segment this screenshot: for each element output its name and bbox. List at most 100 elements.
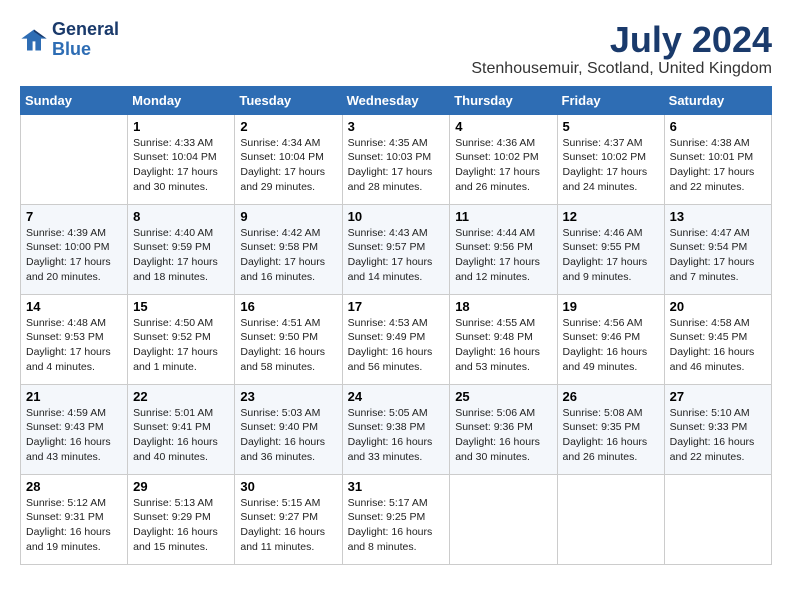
week-row-4: 21 Sunrise: 4:59 AM Sunset: 9:43 PM Dayli… — [21, 384, 772, 474]
table-cell: 28 Sunrise: 5:12 AM Sunset: 9:31 PM Dayli… — [21, 474, 128, 564]
day-number: 6 — [670, 119, 766, 134]
day-number: 24 — [348, 389, 445, 404]
day-info: Sunrise: 5:03 AM Sunset: 9:40 PM Dayligh… — [240, 406, 336, 465]
day-info: Sunrise: 4:51 AM Sunset: 9:50 PM Dayligh… — [240, 316, 336, 375]
day-info: Sunrise: 4:50 AM Sunset: 9:52 PM Dayligh… — [133, 316, 229, 375]
table-cell: 3 Sunrise: 4:35 AM Sunset: 10:03 PM Dayli… — [342, 114, 450, 204]
day-number: 25 — [455, 389, 551, 404]
day-info: Sunrise: 4:42 AM Sunset: 9:58 PM Dayligh… — [240, 226, 336, 285]
day-info: Sunrise: 4:47 AM Sunset: 9:54 PM Dayligh… — [670, 226, 766, 285]
day-info: Sunrise: 5:08 AM Sunset: 9:35 PM Dayligh… — [563, 406, 659, 465]
table-cell — [557, 474, 664, 564]
table-cell: 14 Sunrise: 4:48 AM Sunset: 9:53 PM Dayli… — [21, 294, 128, 384]
table-cell: 1 Sunrise: 4:33 AM Sunset: 10:04 PM Dayli… — [128, 114, 235, 204]
table-cell: 5 Sunrise: 4:37 AM Sunset: 10:02 PM Dayli… — [557, 114, 664, 204]
header-monday: Monday — [128, 86, 235, 114]
day-number: 3 — [348, 119, 445, 134]
table-cell: 19Sunrise: 4:56 AM Sunset: 9:46 PM Dayli… — [557, 294, 664, 384]
day-number: 27 — [670, 389, 766, 404]
day-info: Sunrise: 4:46 AM Sunset: 9:55 PM Dayligh… — [563, 226, 659, 285]
day-info: Sunrise: 4:38 AM Sunset: 10:01 PM Daylig… — [670, 136, 766, 195]
day-number: 18 — [455, 299, 551, 314]
table-cell: 15 Sunrise: 4:50 AM Sunset: 9:52 PM Dayli… — [128, 294, 235, 384]
day-number: 30 — [240, 479, 336, 494]
table-cell: 2 Sunrise: 4:34 AM Sunset: 10:04 PM Dayli… — [235, 114, 342, 204]
day-info: Sunrise: 4:48 AM Sunset: 9:53 PM Dayligh… — [26, 316, 122, 375]
calendar-table: Sunday Monday Tuesday Wednesday Thursday… — [20, 86, 772, 565]
day-number: 31 — [348, 479, 445, 494]
day-number: 4 — [455, 119, 551, 134]
day-info: Sunrise: 5:17 AM Sunset: 9:25 PM Dayligh… — [348, 496, 445, 555]
table-cell — [21, 114, 128, 204]
weekday-header-row: Sunday Monday Tuesday Wednesday Thursday… — [21, 86, 772, 114]
day-number: 26 — [563, 389, 659, 404]
day-info: Sunrise: 4:43 AM Sunset: 9:57 PM Dayligh… — [348, 226, 445, 285]
day-number: 15 — [133, 299, 229, 314]
day-number: 1 — [133, 119, 229, 134]
table-cell: 9 Sunrise: 4:42 AM Sunset: 9:58 PM Daylig… — [235, 204, 342, 294]
day-number: 13 — [670, 209, 766, 224]
day-info: Sunrise: 4:53 AM Sunset: 9:49 PM Dayligh… — [348, 316, 445, 375]
table-cell: 31 Sunrise: 5:17 AM Sunset: 9:25 PM Dayli… — [342, 474, 450, 564]
table-cell — [450, 474, 557, 564]
table-cell: 20Sunrise: 4:58 AM Sunset: 9:45 PM Dayli… — [664, 294, 771, 384]
table-cell: 23 Sunrise: 5:03 AM Sunset: 9:40 PM Dayli… — [235, 384, 342, 474]
day-number: 28 — [26, 479, 122, 494]
day-info: Sunrise: 4:36 AM Sunset: 10:02 PM Daylig… — [455, 136, 551, 195]
day-info: Sunrise: 5:06 AM Sunset: 9:36 PM Dayligh… — [455, 406, 551, 465]
day-number: 2 — [240, 119, 336, 134]
day-info: Sunrise: 5:01 AM Sunset: 9:41 PM Dayligh… — [133, 406, 229, 465]
month-title: July 2024 — [471, 20, 772, 60]
week-row-1: 1 Sunrise: 4:33 AM Sunset: 10:04 PM Dayli… — [21, 114, 772, 204]
day-number: 12 — [563, 209, 659, 224]
day-info: Sunrise: 4:56 AM Sunset: 9:46 PM Dayligh… — [563, 316, 659, 375]
table-cell: 27 Sunrise: 5:10 AM Sunset: 9:33 PM Dayli… — [664, 384, 771, 474]
day-number: 7 — [26, 209, 122, 224]
day-number: 20 — [670, 299, 766, 314]
day-number: 9 — [240, 209, 336, 224]
day-number: 5 — [563, 119, 659, 134]
header-tuesday: Tuesday — [235, 86, 342, 114]
day-info: Sunrise: 5:13 AM Sunset: 9:29 PM Dayligh… — [133, 496, 229, 555]
table-cell: 10 Sunrise: 4:43 AM Sunset: 9:57 PM Dayli… — [342, 204, 450, 294]
header-sunday: Sunday — [21, 86, 128, 114]
logo: General Blue — [20, 20, 119, 60]
day-number: 23 — [240, 389, 336, 404]
table-cell: 26 Sunrise: 5:08 AM Sunset: 9:35 PM Dayli… — [557, 384, 664, 474]
table-cell: 6 Sunrise: 4:38 AM Sunset: 10:01 PM Dayli… — [664, 114, 771, 204]
table-cell: 16Sunrise: 4:51 AM Sunset: 9:50 PM Dayli… — [235, 294, 342, 384]
table-cell: 30 Sunrise: 5:15 AM Sunset: 9:27 PM Dayli… — [235, 474, 342, 564]
table-cell: 7Sunrise: 4:39 AM Sunset: 10:00 PM Dayli… — [21, 204, 128, 294]
day-info: Sunrise: 5:10 AM Sunset: 9:33 PM Dayligh… — [670, 406, 766, 465]
day-info: Sunrise: 4:35 AM Sunset: 10:03 PM Daylig… — [348, 136, 445, 195]
title-block: July 2024 Stenhousemuir, Scotland, Unite… — [471, 20, 772, 78]
table-cell: 29Sunrise: 5:13 AM Sunset: 9:29 PM Dayli… — [128, 474, 235, 564]
day-info: Sunrise: 4:40 AM Sunset: 9:59 PM Dayligh… — [133, 226, 229, 285]
day-number: 8 — [133, 209, 229, 224]
day-info: Sunrise: 5:05 AM Sunset: 9:38 PM Dayligh… — [348, 406, 445, 465]
table-cell — [664, 474, 771, 564]
logo-icon — [20, 26, 48, 54]
day-info: Sunrise: 4:34 AM Sunset: 10:04 PM Daylig… — [240, 136, 336, 195]
day-info: Sunrise: 5:12 AM Sunset: 9:31 PM Dayligh… — [26, 496, 122, 555]
table-cell: 18Sunrise: 4:55 AM Sunset: 9:48 PM Dayli… — [450, 294, 557, 384]
header-wednesday: Wednesday — [342, 86, 450, 114]
day-number: 21 — [26, 389, 122, 404]
logo-text: General Blue — [52, 20, 119, 60]
day-info: Sunrise: 4:59 AM Sunset: 9:43 PM Dayligh… — [26, 406, 122, 465]
table-cell: 8 Sunrise: 4:40 AM Sunset: 9:59 PM Daylig… — [128, 204, 235, 294]
location-title: Stenhousemuir, Scotland, United Kingdom — [471, 60, 772, 78]
day-info: Sunrise: 4:33 AM Sunset: 10:04 PM Daylig… — [133, 136, 229, 195]
day-number: 11 — [455, 209, 551, 224]
table-cell: 24 Sunrise: 5:05 AM Sunset: 9:38 PM Dayli… — [342, 384, 450, 474]
day-info: Sunrise: 4:37 AM Sunset: 10:02 PM Daylig… — [563, 136, 659, 195]
header-friday: Friday — [557, 86, 664, 114]
day-info: Sunrise: 5:15 AM Sunset: 9:27 PM Dayligh… — [240, 496, 336, 555]
table-cell: 21 Sunrise: 4:59 AM Sunset: 9:43 PM Dayli… — [21, 384, 128, 474]
day-number: 14 — [26, 299, 122, 314]
header-thursday: Thursday — [450, 86, 557, 114]
page-container: General Blue July 2024 Stenhousemuir, Sc… — [20, 20, 772, 565]
table-cell: 11Sunrise: 4:44 AM Sunset: 9:56 PM Dayli… — [450, 204, 557, 294]
day-number: 10 — [348, 209, 445, 224]
day-number: 22 — [133, 389, 229, 404]
